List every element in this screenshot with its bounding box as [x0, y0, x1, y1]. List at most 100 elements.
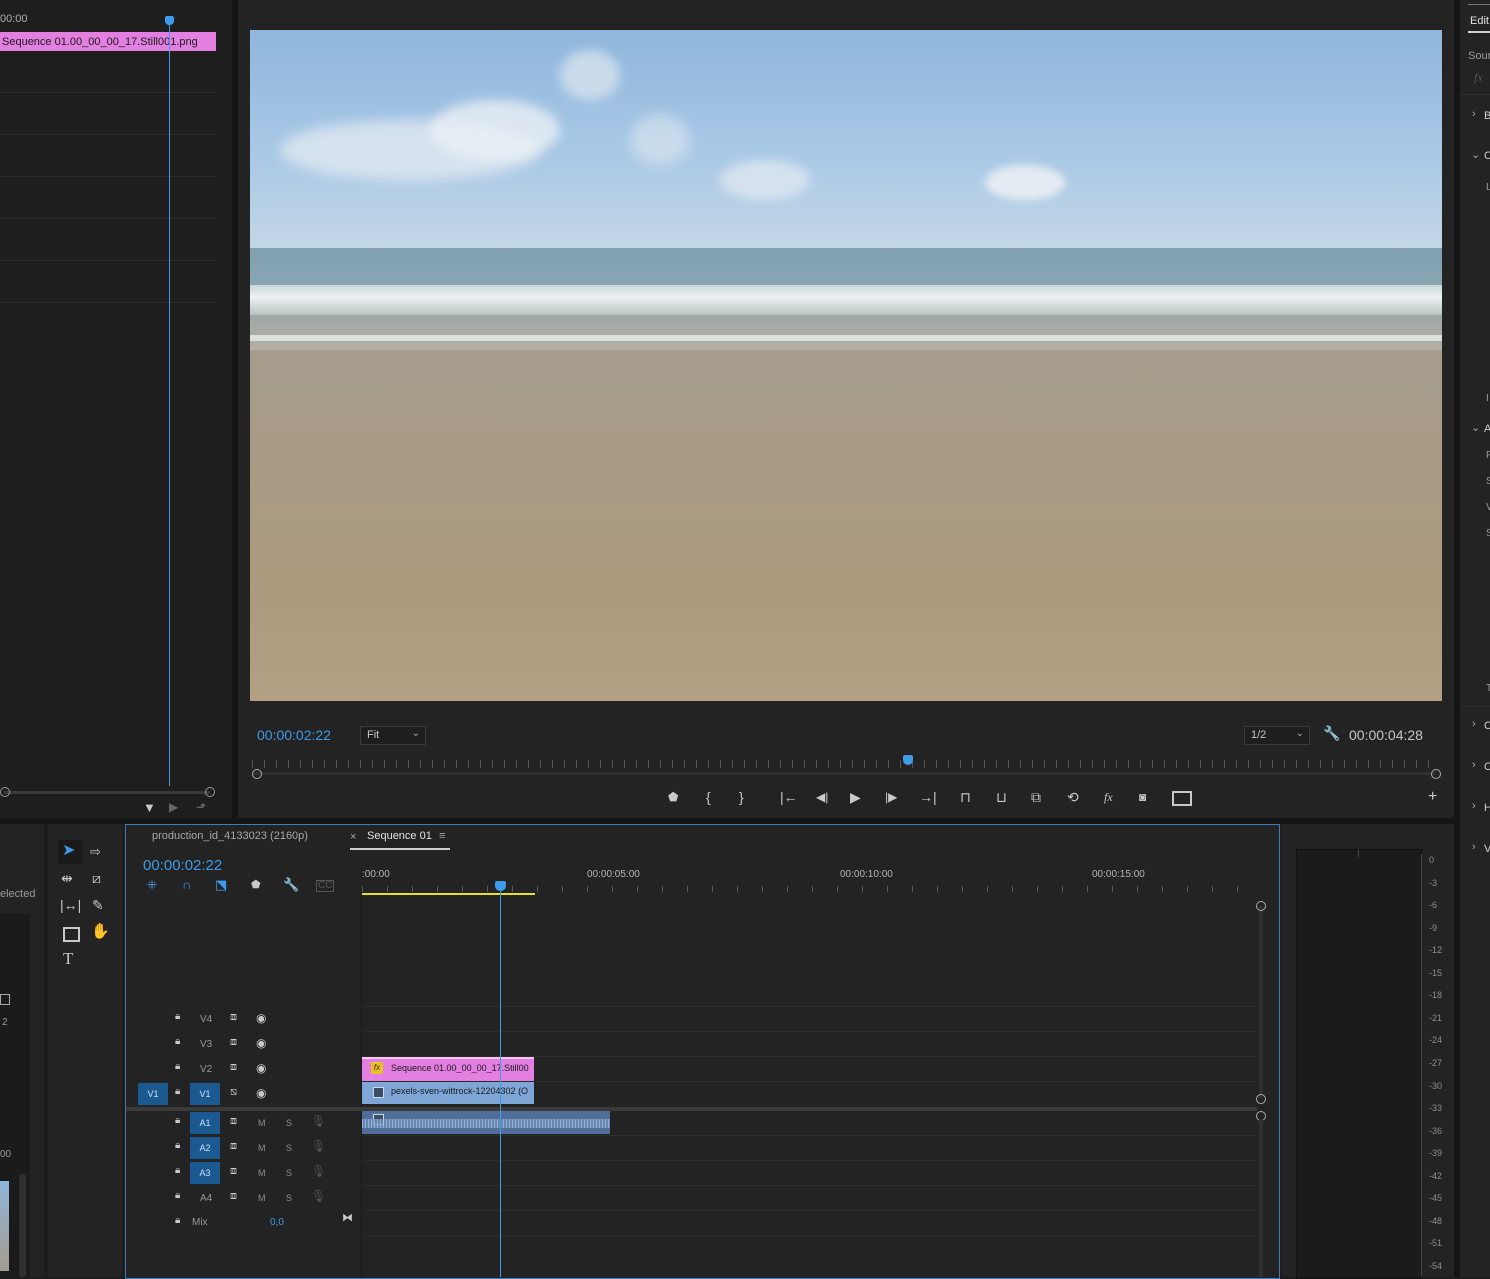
solo-button-a2[interactable]: S [286, 1143, 292, 1153]
program-scrub-ticks[interactable] [252, 760, 1436, 768]
project-thumbnail[interactable] [0, 1181, 9, 1271]
overwrite-icon[interactable]: ⟲ [1067, 790, 1079, 804]
timeline-tab-menu-icon[interactable]: ≡ [439, 830, 445, 842]
extract-icon[interactable]: ⊔ [996, 790, 1007, 804]
microphone-icon[interactable]: 🎙︎ [311, 1140, 326, 1152]
mark-in-icon[interactable]: { [706, 790, 711, 804]
timeline-tab-inactive[interactable]: production_id_4133023 (2160p) [152, 830, 308, 842]
lock-icon[interactable]: 🔒︎ [175, 1062, 180, 1072]
track-label-a1[interactable]: A1 [190, 1112, 220, 1134]
program-playhead[interactable] [903, 755, 913, 765]
timeline-timecode[interactable]: 00:00:02:22 [143, 857, 222, 874]
lock-icon[interactable]: 🔒︎ [175, 1191, 180, 1201]
filter-icon[interactable]: ▼ [143, 801, 156, 814]
microphone-icon[interactable]: 🎙︎ [311, 1165, 326, 1177]
timeline-vscroll-top[interactable] [1256, 901, 1266, 911]
program-video-frame[interactable] [250, 30, 1442, 701]
eye-icon[interactable]: ◉ [256, 1062, 266, 1074]
chevron-right-icon[interactable]: › [1472, 718, 1476, 730]
clip-v1[interactable]: pexels-sven-wittrock-12204302 (O [362, 1082, 534, 1104]
solo-button-a1[interactable]: S [286, 1118, 292, 1128]
sync-lock-icon[interactable]: ⧈ [230, 1062, 237, 1073]
safe-margins-icon[interactable] [1172, 791, 1192, 806]
rectangle-tool-icon[interactable] [63, 927, 80, 942]
slip-tool-icon[interactable]: |↔| [60, 898, 81, 912]
project-scrollbar[interactable] [19, 1174, 26, 1277]
sync-lock-off-icon[interactable]: ⧅ [230, 1087, 237, 1098]
eye-icon[interactable]: ◉ [256, 1087, 266, 1099]
snap-icon[interactable]: ∩ [182, 878, 191, 891]
timeline-tab-active[interactable]: Sequence 01 [367, 830, 432, 842]
timeline-settings-icon[interactable]: 🔧 [283, 878, 299, 891]
razor-tool-icon[interactable]: ⧄ [92, 871, 101, 885]
solo-button-a3[interactable]: S [286, 1168, 292, 1178]
program-timecode-current[interactable]: 00:00:02:22 [257, 727, 331, 743]
sync-lock-icon[interactable]: ⧈ [230, 1166, 237, 1177]
fit-dropdown[interactable]: Fit ⌄ [360, 726, 426, 745]
track-select-tool-icon[interactable]: ⇨ [90, 845, 101, 858]
lock-icon[interactable]: 🔒︎ [175, 1141, 180, 1151]
lock-icon[interactable]: 🔒︎ [175, 1087, 180, 1097]
program-scroll-left-handle[interactable] [252, 769, 262, 779]
lock-icon[interactable]: 🔒︎ [175, 1216, 180, 1226]
sync-lock-icon[interactable]: ⧈ [230, 1037, 237, 1048]
right-tab[interactable]: Edit [1470, 15, 1489, 27]
chevron-right-icon[interactable]: › [1472, 759, 1476, 771]
program-scrub-track[interactable] [252, 772, 1436, 775]
mute-button-a3[interactable]: M [258, 1168, 266, 1178]
chevron-down-icon[interactable]: ⌄ [1471, 148, 1480, 161]
sync-lock-icon[interactable]: ⧈ [230, 1116, 237, 1127]
resolution-dropdown[interactable]: 1/2 ⌄ [1244, 726, 1310, 745]
microphone-icon[interactable]: 🎙︎ [311, 1115, 326, 1127]
linked-selection-icon[interactable]: ⬔ [215, 878, 227, 891]
clip-v2[interactable]: fx Sequence 01.00_00_00_17.Still00 [362, 1057, 534, 1081]
lock-icon[interactable]: 🔒︎ [175, 1116, 180, 1126]
play-icon[interactable]: ▶ [850, 790, 861, 804]
chevron-down-icon[interactable]: ⌄ [1471, 421, 1480, 434]
source-scroll-right-handle[interactable] [205, 787, 215, 797]
program-scroll-right-handle[interactable] [1431, 769, 1441, 779]
fx-icon[interactable]: fx [1104, 791, 1113, 803]
chevron-right-icon[interactable]: › [1472, 841, 1476, 853]
mute-button-a2[interactable]: M [258, 1143, 266, 1153]
work-area-bar[interactable] [362, 893, 535, 895]
timeline-vscroll-bottom[interactable] [1256, 1094, 1266, 1104]
clip-a1[interactable] [362, 1111, 610, 1134]
source-scrollbar[interactable] [4, 791, 210, 794]
track-label-v1[interactable]: V1 [190, 1083, 220, 1105]
timeline-vscroll-audio[interactable] [1259, 1119, 1263, 1277]
mute-button-a1[interactable]: M [258, 1118, 266, 1128]
track-label-a2[interactable]: A2 [190, 1137, 220, 1159]
track-label-a3[interactable]: A3 [190, 1162, 220, 1184]
go-to-out-icon[interactable]: →| [919, 790, 937, 804]
lock-icon[interactable]: 🔒︎ [175, 1012, 180, 1022]
mark-out-icon[interactable]: } [739, 790, 744, 804]
mix-end-icon[interactable]: ⧓ [342, 1213, 353, 1224]
selection-tool-icon[interactable]: ➤ [62, 843, 75, 859]
step-forward-icon[interactable]: |▶ [885, 791, 897, 803]
source-scroll-left-handle[interactable] [0, 787, 10, 797]
close-tab-icon[interactable]: × [350, 831, 356, 843]
lock-icon[interactable]: 🔒︎ [175, 1166, 180, 1176]
add-button-icon[interactable]: + [1428, 789, 1437, 805]
chevron-right-icon[interactable]: › [1472, 800, 1476, 812]
project-icon[interactable] [0, 994, 10, 1005]
lift-icon[interactable]: ⊓ [960, 790, 971, 804]
solo-button-a4[interactable]: S [286, 1193, 292, 1203]
hand-tool-icon[interactable]: ✋ [91, 924, 110, 939]
lock-icon[interactable]: 🔒︎ [175, 1037, 180, 1047]
chevron-right-icon[interactable]: › [1472, 108, 1476, 120]
sync-lock-icon[interactable]: ⧈ [230, 1141, 237, 1152]
eye-icon[interactable]: ◉ [256, 1037, 266, 1049]
pen-tool-icon[interactable]: ✎ [92, 898, 104, 912]
eye-icon[interactable]: ◉ [256, 1012, 266, 1024]
insert-icon[interactable]: ⧉ [1031, 790, 1041, 804]
go-to-in-icon[interactable]: |← [780, 790, 798, 804]
wrench-icon[interactable]: 🔧 [1323, 726, 1340, 740]
camera-icon[interactable]: ◙ [1139, 791, 1146, 803]
ripple-edit-tool-icon[interactable]: ⇹ [61, 871, 73, 885]
nest-icon[interactable]: ⁜ [147, 879, 157, 891]
source-patch-v1[interactable]: V1 [138, 1083, 168, 1105]
step-back-icon[interactable]: ◀| [816, 791, 828, 803]
add-marker-icon[interactable]: ⬟ [668, 791, 678, 803]
